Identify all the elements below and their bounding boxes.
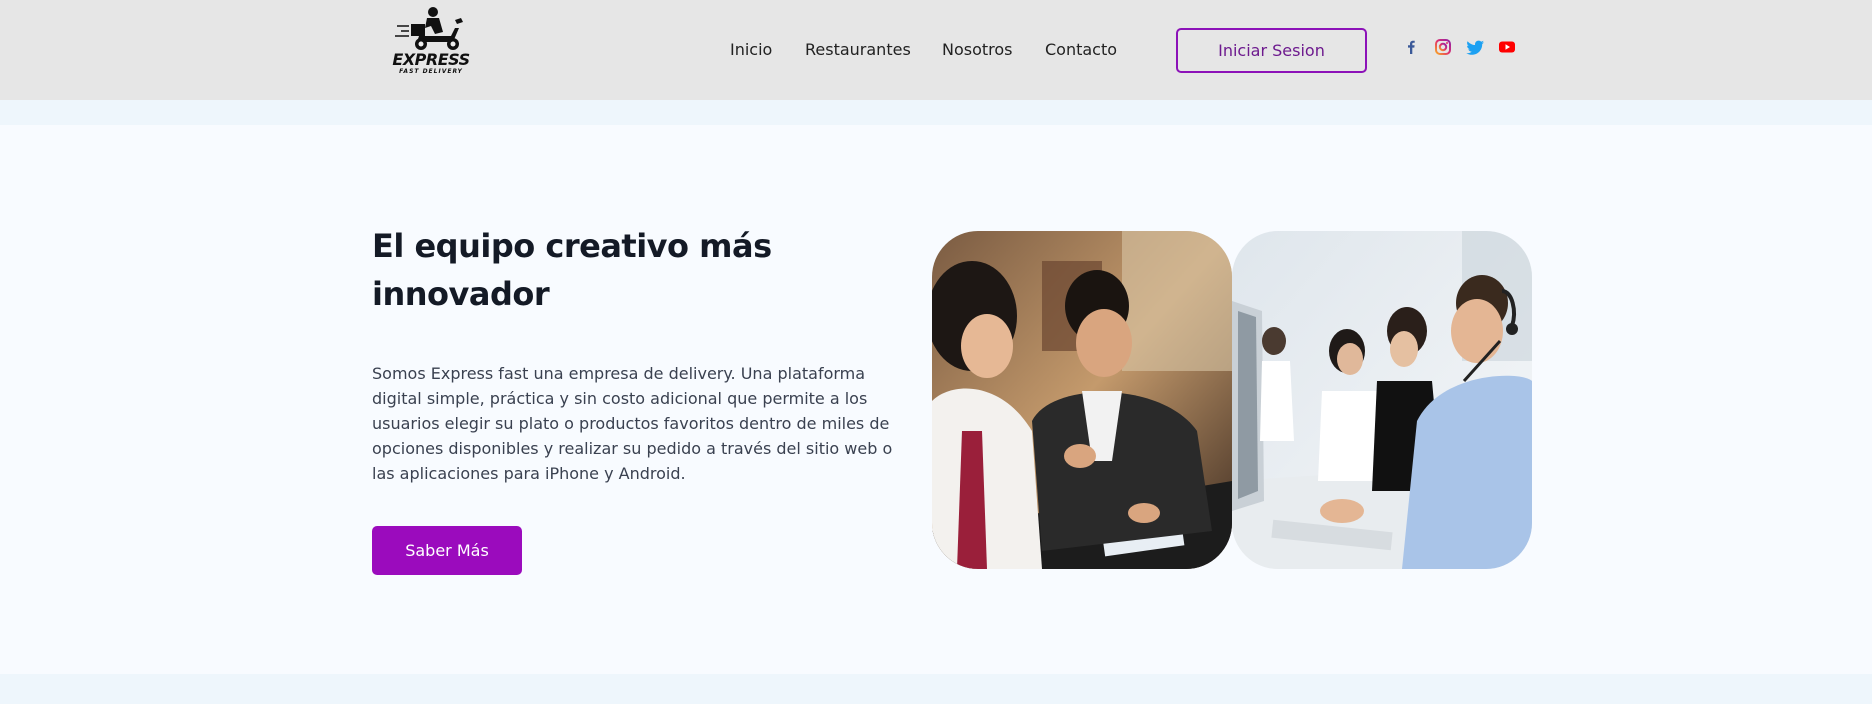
instagram-icon[interactable] bbox=[1432, 36, 1454, 58]
nav-link-nosotros[interactable]: Nosotros bbox=[942, 38, 1013, 62]
learn-more-button[interactable]: Saber Más bbox=[372, 526, 522, 575]
nav-link-inicio[interactable]: Inicio bbox=[730, 38, 772, 62]
logo-tagline: FAST DELIVERY bbox=[399, 68, 463, 75]
twitter-icon[interactable] bbox=[1464, 36, 1486, 58]
express-logo[interactable]: EXPRESS FAST DELIVERY bbox=[389, 2, 473, 78]
youtube-icon[interactable] bbox=[1496, 36, 1518, 58]
nav-link-restaurantes[interactable]: Restaurantes bbox=[805, 38, 911, 62]
section-title: El equipo creativo más innovador bbox=[372, 222, 932, 318]
login-button[interactable]: Iniciar Sesion bbox=[1176, 28, 1367, 73]
title-line-2: innovador bbox=[372, 275, 550, 313]
site-header: EXPRESS FAST DELIVERY Inicio Restaurante… bbox=[0, 0, 1872, 100]
about-section: El equipo creativo más innovador Somos E… bbox=[0, 125, 1872, 674]
section-description: Somos Express fast una empresa de delive… bbox=[372, 364, 893, 483]
scooter-rider-icon bbox=[395, 7, 463, 50]
team-meeting-photo bbox=[932, 231, 1232, 569]
logo-wordmark: EXPRESS bbox=[392, 50, 470, 69]
nav-link-contacto[interactable]: Contacto bbox=[1045, 38, 1117, 62]
facebook-icon[interactable] bbox=[1400, 36, 1422, 58]
title-line-1: El equipo creativo más bbox=[372, 227, 772, 265]
call-center-photo bbox=[1232, 231, 1532, 569]
